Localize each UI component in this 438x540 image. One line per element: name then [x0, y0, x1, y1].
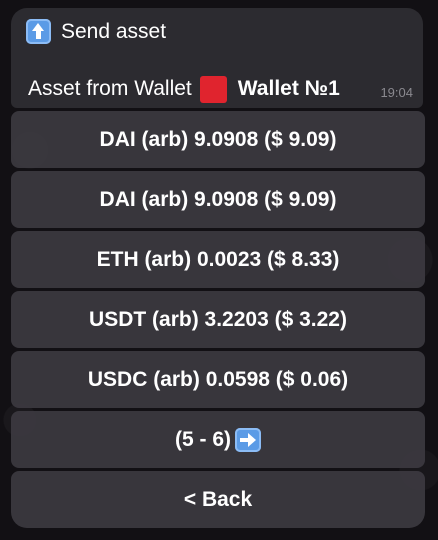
next-page-label: (5 - 6) [174, 427, 231, 451]
message-title-text: Send asset [61, 19, 167, 43]
asset-button-label: USDC (arb) 0.0598 ($ 0.06) [87, 367, 349, 391]
back-button[interactable]: < Back [11, 471, 425, 528]
up-arrow-icon [26, 19, 51, 44]
asset-button-dai-2[interactable]: DAI (arb) 9.0908 ($ 9.09) [11, 171, 425, 228]
wallet-name: Wallet №1 [237, 76, 340, 100]
message-title: Send asset [26, 19, 166, 44]
red-square-icon [199, 76, 227, 103]
asset-button-dai-1[interactable]: DAI (arb) 9.0908 ($ 9.09) [11, 111, 425, 168]
asset-button-label: ETH (arb) 0.0023 ($ 8.33) [96, 247, 340, 271]
asset-button-label: USDT (arb) 3.2203 ($ 3.22) [89, 307, 347, 331]
asset-button-label: DAI (arb) 9.0908 ($ 9.09) [99, 187, 337, 211]
asset-button-eth[interactable]: ETH (arb) 0.0023 ($ 8.33) [11, 231, 425, 288]
message-text: Asset from Wallet [28, 76, 192, 100]
asset-button-label: DAI (arb) 9.0908 ($ 9.09) [99, 127, 337, 151]
back-button-label: < Back [183, 487, 253, 511]
bot-message: Send asset Asset from Wallet Wallet №1 1… [11, 8, 423, 108]
inline-keyboard: DAI (arb) 9.0908 ($ 9.09) DAI (arb) 9.09… [11, 111, 426, 531]
next-page-button[interactable]: (5 - 6) [11, 411, 425, 468]
right-arrow-icon [235, 427, 261, 452]
message-body: Asset from Wallet Wallet №1 [28, 75, 340, 103]
asset-button-usdc[interactable]: USDC (arb) 0.0598 ($ 0.06) [11, 351, 425, 408]
asset-button-usdt[interactable]: USDT (arb) 3.2203 ($ 3.22) [11, 291, 425, 348]
message-time: 19:04 [380, 85, 413, 100]
